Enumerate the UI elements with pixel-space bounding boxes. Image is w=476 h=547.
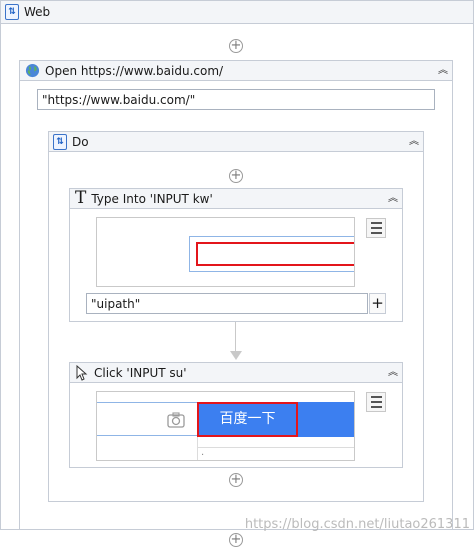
watermark: https://blog.csdn.net/liutao261311 (244, 517, 470, 532)
cursor-icon (76, 364, 88, 381)
collapse-icon[interactable]: ︽ (388, 193, 398, 204)
connector-arrow-icon (230, 351, 242, 360)
do-header[interactable]: ⇅ Do ︽ (48, 131, 424, 152)
divider (197, 447, 354, 448)
type-into-title: Type Into 'INPUT kw' (91, 191, 213, 206)
text-input[interactable]: "uipath" (86, 293, 368, 314)
click-screenshot[interactable]: 百度一下 · (96, 391, 355, 461)
click-header[interactable]: Click 'INPUT su' ︽ (69, 362, 403, 383)
collapse-icon[interactable]: ︽ (388, 367, 398, 378)
web-sequence-title: Web (24, 5, 51, 19)
add-activity-icon[interactable]: + (229, 39, 243, 53)
open-browser-title: Open https://www.baidu.com/ (45, 63, 224, 78)
divider (197, 437, 198, 460)
activity-menu-button[interactable] (366, 392, 386, 412)
camera-icon (167, 412, 185, 428)
collapse-icon[interactable]: ︽ (409, 136, 419, 147)
type-into-screenshot[interactable] (96, 217, 355, 287)
collapse-icon[interactable]: ︽ (438, 65, 448, 76)
web-sequence-header[interactable]: ⇅ Web (0, 0, 474, 24)
globe-icon (25, 63, 40, 78)
do-title: Do (72, 134, 89, 149)
open-browser-header[interactable]: Open https://www.baidu.com/ ︽ (19, 60, 453, 81)
add-text-button[interactable]: + (369, 293, 386, 314)
activity-menu-button[interactable] (366, 218, 386, 238)
baidu-search-button[interactable]: 百度一下 (197, 402, 298, 437)
dot-mark: · (201, 450, 205, 461)
type-into-header[interactable]: T Type Into 'INPUT kw' ︽ (69, 188, 403, 209)
sequence-icon: ⇅ (5, 4, 19, 20)
url-input[interactable]: "https://www.baidu.com/" (37, 89, 435, 110)
sequence-icon: ⇅ (53, 133, 67, 150)
add-activity-icon[interactable]: + (229, 169, 243, 183)
type-into-icon: T (75, 188, 87, 208)
click-title: Click 'INPUT su' (94, 365, 187, 380)
target-highlight (196, 242, 354, 266)
add-activity-icon[interactable]: + (229, 473, 243, 487)
connector-line (235, 322, 236, 352)
